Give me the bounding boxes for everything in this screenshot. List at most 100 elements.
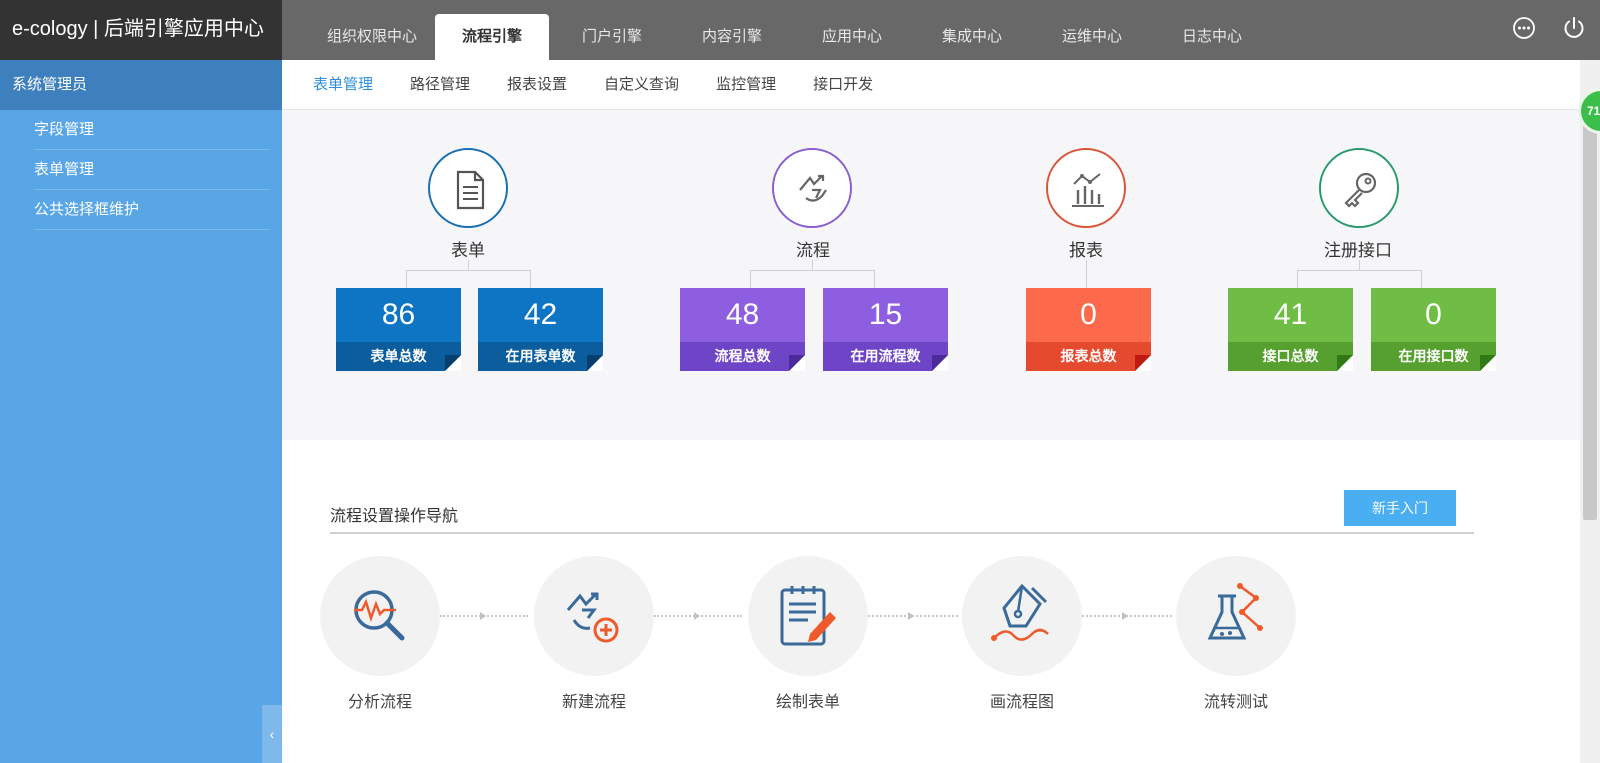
report-stat-circle[interactable] — [1046, 148, 1126, 228]
more-icon[interactable] — [1512, 16, 1536, 40]
step-label: 绘制表单 — [775, 694, 840, 711]
tab-ops-center[interactable]: 运维中心 — [1032, 14, 1152, 60]
tree-connector — [406, 270, 530, 271]
tree-connector — [812, 260, 813, 270]
subnav-path-manage[interactable]: 路径管理 — [410, 60, 470, 110]
tab-integration-center[interactable]: 集成中心 — [912, 14, 1032, 60]
tab-org-permission[interactable]: 组织权限中心 — [312, 14, 432, 60]
top-actions — [1512, 16, 1586, 40]
stat-title-form: 表单 — [451, 241, 485, 260]
sub-nav: 表单管理 路径管理 报表设置 自定义查询 监控管理 接口开发 — [282, 60, 1580, 110]
tab-log-center[interactable]: 日志中心 — [1152, 14, 1272, 60]
top-bar: e-cology | 后端引擎应用中心 组织权限中心 流程引擎 门户引擎 内容引… — [0, 0, 1600, 60]
stat-value: 0 — [1371, 288, 1496, 342]
tree-connector — [1086, 260, 1087, 288]
step-circle — [1176, 556, 1296, 676]
stat-card-workflow-active[interactable]: 15 在用流程数 — [823, 288, 948, 371]
stat-value: 15 — [823, 288, 948, 342]
tree-connector — [1297, 270, 1421, 271]
vertical-scrollbar[interactable] — [1580, 60, 1600, 763]
stat-label: 在用表单数 — [478, 342, 603, 371]
tab-app-center[interactable]: 应用中心 — [792, 14, 912, 60]
stat-title-workflow: 流程 — [796, 241, 830, 260]
tab-workflow-engine[interactable]: 流程引擎 — [435, 14, 549, 60]
fold-corner-icon — [789, 355, 805, 371]
arrow-icon — [694, 612, 700, 620]
fold-corner-icon — [1135, 355, 1151, 371]
guide-step-new-flow[interactable]: 新建流程 — [534, 556, 654, 712]
stat-value: 86 — [336, 288, 461, 342]
guide-step-draw-chart[interactable]: 画流程图 — [962, 556, 1082, 712]
sidebar-item-form-manage[interactable]: 表单管理 — [34, 150, 270, 190]
stat-value: 0 — [1026, 288, 1151, 342]
tab-portal-engine[interactable]: 门户引擎 — [552, 14, 672, 60]
tree-connector — [1359, 260, 1360, 270]
stat-label: 流程总数 — [680, 342, 805, 371]
arrow-icon — [480, 612, 486, 620]
guide-divider — [330, 532, 1474, 534]
stat-label: 表单总数 — [336, 342, 461, 371]
power-icon[interactable] — [1562, 16, 1586, 40]
form-stat-circle[interactable] — [428, 148, 508, 228]
subnav-custom-query[interactable]: 自定义查询 — [604, 60, 679, 110]
tree-connector — [468, 260, 469, 270]
workflow-icon — [799, 174, 827, 202]
tree-connector — [406, 270, 407, 288]
sidebar-user[interactable]: 系统管理员 — [0, 60, 282, 110]
stat-value: 41 — [1228, 288, 1353, 342]
stat-title-api: 注册接口 — [1324, 241, 1392, 260]
sidebar-collapse-button[interactable]: ‹ — [262, 705, 282, 763]
step-circle — [748, 556, 868, 676]
flask-icon — [1207, 583, 1263, 640]
scrollbar-thumb[interactable] — [1583, 100, 1597, 520]
tree-connector — [1297, 270, 1298, 288]
report-icon — [1072, 173, 1104, 207]
guide-step-draw-form[interactable]: 绘制表单 — [748, 556, 868, 712]
stat-value: 42 — [478, 288, 603, 342]
stat-card-api-active[interactable]: 0 在用接口数 — [1371, 288, 1496, 371]
draw-form-icon — [780, 586, 836, 646]
stat-card-api-total[interactable]: 41 接口总数 — [1228, 288, 1353, 371]
analyze-icon — [354, 590, 405, 641]
fold-corner-icon — [587, 355, 603, 371]
stat-label: 报表总数 — [1026, 342, 1151, 371]
stat-card-form-active[interactable]: 42 在用表单数 — [478, 288, 603, 371]
step-label: 新建流程 — [561, 694, 626, 711]
step-circle — [534, 556, 654, 676]
sidebar: 系统管理员 字段管理 表单管理 公共选择框维护 ‹ — [0, 60, 282, 763]
tree-connector — [874, 270, 875, 288]
fold-corner-icon — [1337, 355, 1353, 371]
stat-card-workflow-total[interactable]: 48 流程总数 — [680, 288, 805, 371]
stat-value: 48 — [680, 288, 805, 342]
top-tabs: 组织权限中心 流程引擎 门户引擎 内容引擎 应用中心 集成中心 运维中心 日志中… — [312, 14, 1272, 60]
sidebar-item-field-manage[interactable]: 字段管理 — [34, 110, 270, 150]
sidebar-item-public-select[interactable]: 公共选择框维护 — [34, 190, 270, 230]
subnav-report-settings[interactable]: 报表设置 — [507, 60, 567, 110]
tree-connector — [530, 270, 531, 288]
guide-step-flow-test[interactable]: 流转测试 — [1176, 556, 1296, 712]
step-label: 流转测试 — [1203, 694, 1268, 711]
workflow-stat-circle[interactable] — [772, 148, 852, 228]
fold-corner-icon — [445, 355, 461, 371]
fold-corner-icon — [1480, 355, 1496, 371]
subnav-api-dev[interactable]: 接口开发 — [813, 60, 873, 110]
arrow-icon — [1122, 612, 1128, 620]
stat-label: 在用流程数 — [823, 342, 948, 371]
subnav-monitor-manage[interactable]: 监控管理 — [716, 60, 776, 110]
newbie-guide-button[interactable]: 新手入门 — [1344, 490, 1456, 526]
step-circle — [320, 556, 440, 676]
key-icon — [1344, 172, 1377, 208]
guide-step-analyze[interactable]: 分析流程 — [320, 556, 440, 712]
stat-label: 在用接口数 — [1371, 342, 1496, 371]
api-stat-circle[interactable] — [1319, 148, 1399, 228]
fold-corner-icon — [932, 355, 948, 371]
subnav-form-manage[interactable]: 表单管理 — [313, 60, 373, 110]
tab-content-engine[interactable]: 内容引擎 — [672, 14, 792, 60]
stat-card-form-total[interactable]: 86 表单总数 — [336, 288, 461, 371]
form-icon — [456, 170, 485, 210]
step-label: 分析流程 — [347, 694, 412, 711]
tree-connector — [750, 270, 751, 288]
new-flow-icon — [566, 592, 619, 643]
stat-card-report-total[interactable]: 0 报表总数 — [1026, 288, 1151, 371]
tree-connector — [750, 270, 874, 271]
